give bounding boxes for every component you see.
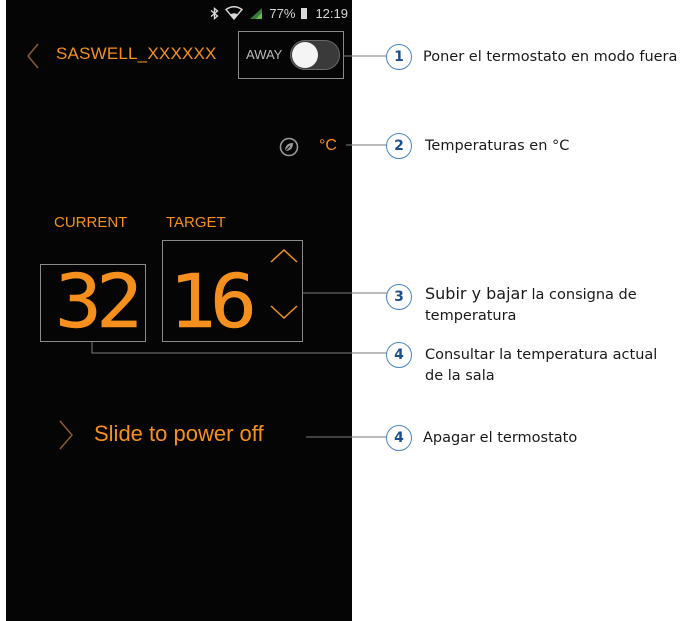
callout-text-1: Poner el termostato en modo fuera: [423, 49, 678, 65]
callout-text-2: Temperaturas en °C: [425, 138, 570, 154]
callout-badge-2: 2: [386, 133, 412, 159]
callout-text-4: Consultar la temperatura actual de la sa…: [425, 347, 658, 384]
callout-badge-3: 3: [386, 284, 412, 310]
callout-badge-4: 4: [386, 342, 412, 368]
callout-text-5: Apagar el termostato: [423, 430, 578, 446]
callout-badge-1: 1: [386, 44, 412, 70]
callout-text-3-highlight: Subir y bajar: [425, 284, 527, 303]
callout-badge-5: 4: [386, 425, 412, 451]
callout-text-3: Subir y bajar la consigna de temperatura: [425, 283, 675, 327]
